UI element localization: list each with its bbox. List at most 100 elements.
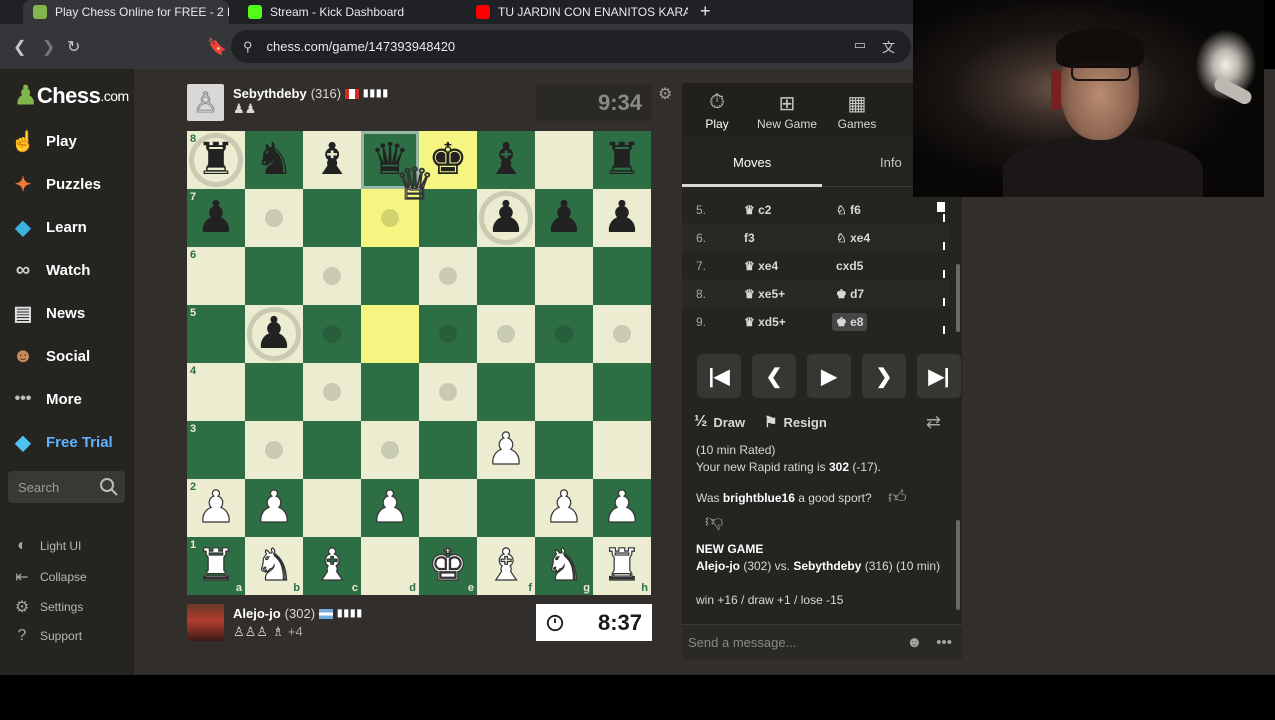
square-a7[interactable]: 7 ♟ xyxy=(187,189,245,247)
square-e5[interactable] xyxy=(419,305,477,363)
square-h6[interactable] xyxy=(593,247,651,305)
flip-board-icon[interactable]: ⇄ xyxy=(926,412,941,433)
square-f8[interactable]: ♝ xyxy=(477,131,535,189)
translate-icon[interactable]: 文 xyxy=(882,37,895,56)
thumbs-up-icon[interactable]: 👍︎ xyxy=(888,486,907,508)
square-f2[interactable] xyxy=(477,479,535,537)
sidebar-search-input[interactable]: Search xyxy=(8,471,125,503)
white-rook-icon[interactable]: ♜ xyxy=(196,543,237,588)
board-settings-gear-icon[interactable]: ⚙ xyxy=(658,84,672,104)
sidebar-item-puzzles[interactable]: ✦ Puzzles xyxy=(10,169,101,199)
sidebar-item-news[interactable]: ▤ News xyxy=(10,298,86,328)
sidebar-item-social[interactable]: ☻ Social xyxy=(10,341,90,371)
white-pawn-icon[interactable]: ♟ xyxy=(370,485,411,530)
square-c8[interactable]: ♝ xyxy=(303,131,361,189)
reload-icon[interactable]: ↻ xyxy=(67,37,80,57)
top-player-name[interactable]: Sebythdeby xyxy=(233,86,307,101)
forward-arrow-icon[interactable]: ❯ xyxy=(42,37,55,57)
browser-tab-youtube[interactable]: TU JARDIN CON ENANITOS KARAOK xyxy=(466,0,688,24)
square-g1[interactable]: g ♞ xyxy=(535,537,593,595)
white-move[interactable]: f3 xyxy=(740,229,759,247)
black-bishop-icon[interactable]: ♝ xyxy=(312,138,351,182)
bookmark-icon[interactable]: 🔖 xyxy=(207,37,227,57)
sidebar-item-more[interactable]: ••• More xyxy=(10,384,82,414)
browser-tab-chess[interactable]: Play Chess Online for FREE - 2 Pl ✕ xyxy=(23,0,229,24)
black-move[interactable]: ♚ d7 xyxy=(832,285,868,303)
square-e6[interactable] xyxy=(419,247,477,305)
thumbs-down-icon[interactable]: 👎︎ xyxy=(705,510,723,532)
resign-button[interactable]: ⚑ Resign xyxy=(764,413,827,431)
sidebar-support[interactable]: ? Support xyxy=(12,627,82,645)
square-d6[interactable] xyxy=(361,247,419,305)
white-bishop-icon[interactable]: ♝ xyxy=(486,543,527,588)
white-knight-icon[interactable]: ♞ xyxy=(254,543,295,588)
first-move-button[interactable]: |◀ xyxy=(697,354,741,398)
draw-button[interactable]: ½ Draw xyxy=(694,413,745,431)
white-pawn-icon[interactable]: ♟ xyxy=(254,485,295,530)
square-a5[interactable]: 5 xyxy=(187,305,245,363)
square-a3[interactable]: 3 xyxy=(187,421,245,479)
square-a1[interactable]: 1 a ♜ xyxy=(187,537,245,595)
square-h2[interactable]: ♟ xyxy=(593,479,651,537)
square-e1[interactable]: e ♚ xyxy=(419,537,477,595)
sidebar-item-watch[interactable]: ∞ Watch xyxy=(10,255,91,285)
square-f5[interactable] xyxy=(477,305,535,363)
black-move[interactable]: ♘ f6 xyxy=(832,201,865,219)
address-bar[interactable]: ⚲ chess.com/game/147393948420 ▭ 文 xyxy=(231,30,911,63)
square-d5[interactable] xyxy=(361,305,419,363)
previous-move-button[interactable]: ❮ xyxy=(752,354,796,398)
square-a8[interactable]: 8 ♜ xyxy=(187,131,245,189)
black-pawn-icon[interactable]: ♟ xyxy=(196,196,235,240)
black-move[interactable]: ♘ xe4 xyxy=(832,229,874,247)
sidebar-collapse[interactable]: ⇤ Collapse xyxy=(12,567,86,587)
square-g5[interactable] xyxy=(535,305,593,363)
black-move[interactable]: cxd5 xyxy=(832,257,867,275)
square-b3[interactable] xyxy=(245,421,303,479)
square-h8[interactable]: ♜ xyxy=(593,131,651,189)
black-pawn-icon[interactable]: ♟ xyxy=(602,196,641,240)
square-c5[interactable] xyxy=(303,305,361,363)
white-bishop-icon[interactable]: ♝ xyxy=(312,543,353,588)
black-bishop-icon[interactable]: ♝ xyxy=(486,138,525,182)
square-c7[interactable] xyxy=(303,189,361,247)
chat-scrollbar[interactable] xyxy=(956,520,960,610)
square-h4[interactable] xyxy=(593,363,651,421)
square-g6[interactable] xyxy=(535,247,593,305)
square-h1[interactable]: h ♜ xyxy=(593,537,651,595)
browser-tab-kick[interactable]: Stream - Kick Dashboard xyxy=(238,0,453,24)
search-icon[interactable] xyxy=(99,477,119,497)
black-rook-icon[interactable]: ♜ xyxy=(602,138,641,182)
subtab-moves[interactable]: Moves xyxy=(733,155,771,170)
square-c2[interactable] xyxy=(303,479,361,537)
square-c6[interactable] xyxy=(303,247,361,305)
square-f6[interactable] xyxy=(477,247,535,305)
black-pawn-icon[interactable]: ♟ xyxy=(544,196,583,240)
black-knight-icon[interactable]: ♞ xyxy=(254,138,293,182)
square-b1[interactable]: b ♞ xyxy=(245,537,303,595)
last-move-button[interactable]: ▶| xyxy=(917,354,961,398)
square-f7[interactable]: ♟ xyxy=(477,189,535,247)
white-move[interactable]: ♛ xd5+ xyxy=(740,313,790,331)
chess-logo[interactable]: ♟ Chess .com xyxy=(14,80,129,111)
white-pawn-icon[interactable]: ♟ xyxy=(544,485,585,530)
square-g7[interactable]: ♟ xyxy=(535,189,593,247)
square-d1[interactable]: d xyxy=(361,537,419,595)
move-list-scrollbar[interactable] xyxy=(937,202,945,212)
square-f1[interactable]: f ♝ xyxy=(477,537,535,595)
square-g8[interactable] xyxy=(535,131,593,189)
square-d2[interactable]: ♟ xyxy=(361,479,419,537)
square-b7[interactable] xyxy=(245,189,303,247)
square-a4[interactable]: 4 xyxy=(187,363,245,421)
sidebar-item-free-trial[interactable]: ◆ Free Trial xyxy=(10,427,112,457)
square-g4[interactable] xyxy=(535,363,593,421)
cast-icon[interactable]: ▭ xyxy=(854,37,866,56)
white-knight-icon[interactable]: ♞ xyxy=(544,543,585,588)
white-move[interactable]: ♛ c2 xyxy=(740,201,775,219)
square-c1[interactable]: c ♝ xyxy=(303,537,361,595)
square-a6[interactable]: 6 xyxy=(187,247,245,305)
bottom-player-name[interactable]: Alejo-jo xyxy=(233,606,281,621)
square-d4[interactable] xyxy=(361,363,419,421)
white-pawn-icon[interactable]: ♟ xyxy=(486,427,527,472)
square-b5[interactable]: ♟ xyxy=(245,305,303,363)
black-move[interactable]: ♚ e8 xyxy=(832,313,868,331)
